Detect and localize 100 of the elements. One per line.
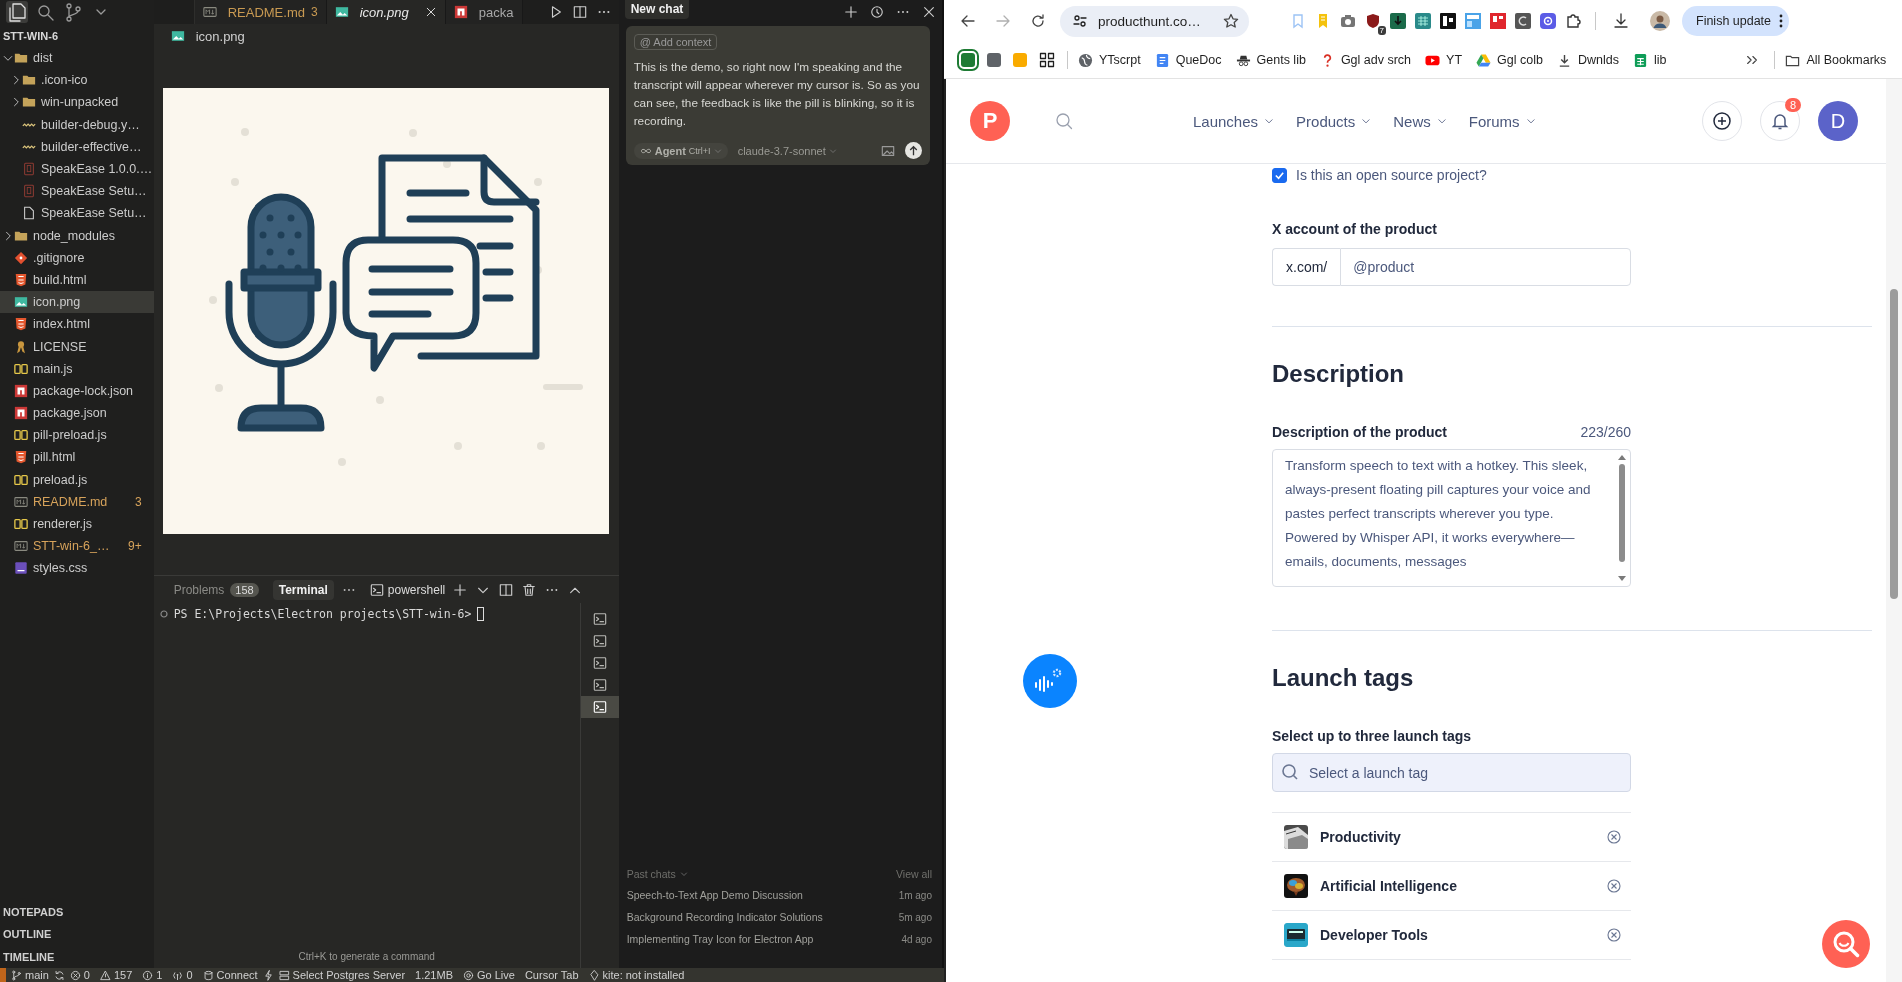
all-bookmarks[interactable]: All Bookmarks: [1785, 52, 1887, 68]
status-item[interactable]: Go Live: [458, 968, 520, 982]
puzzle-icon[interactable]: [1565, 13, 1581, 29]
user-avatar[interactable]: D: [1818, 101, 1858, 141]
shield-icon[interactable]: [1365, 13, 1381, 29]
status-item[interactable]: 1.21MB: [410, 968, 458, 982]
mode-selector[interactable]: Agent Ctrl+I: [633, 142, 728, 159]
tab-group-chip[interactable]: [987, 53, 1001, 67]
bookmark[interactable]: QueDoc: [1154, 52, 1222, 68]
download-box-icon[interactable]: [1390, 13, 1406, 29]
tree-item[interactable]: package.json: [0, 402, 154, 425]
past-chats-toggle[interactable]: Past chats: [626, 868, 688, 880]
tree-item[interactable]: pill-preload.js: [0, 424, 154, 447]
split-icon[interactable]: [572, 5, 587, 19]
tree-item[interactable]: LICENSE: [0, 335, 154, 358]
split-square-icon[interactable]: [1440, 13, 1456, 29]
status-item[interactable]: Connect: [197, 968, 263, 982]
scrollbar[interactable]: [1616, 453, 1628, 583]
status-item[interactable]: 157: [94, 968, 138, 982]
status-item[interactable]: 1: [137, 968, 168, 982]
tree-item[interactable]: build.html: [0, 268, 154, 292]
split-icon[interactable]: [499, 582, 514, 597]
editor-tab[interactable]: README.md 3: [194, 0, 327, 24]
section-header[interactable]: TIMELINE: [0, 945, 154, 968]
tree-item[interactable]: SpeakEase Setu…: [0, 180, 154, 203]
address-bar[interactable]: producthunt.co…: [1060, 5, 1249, 37]
status-item[interactable]: 0: [64, 968, 95, 982]
bookmark[interactable]: lib: [1632, 52, 1667, 68]
description-field[interactable]: Transform speech to text with a hotkey. This sleek, always-present floating pill captures your voice and pastes perfect transcripts wherever you type. Powered by Whisper API, it works everywhere—emails, documents, messages: [1272, 449, 1631, 587]
floating-recorder-pill[interactable]: [1023, 654, 1077, 708]
section-header[interactable]: NOTEPADS: [0, 900, 154, 923]
panels-icon[interactable]: [1490, 13, 1506, 29]
tree-item[interactable]: SpeakEase Setu…: [0, 202, 154, 225]
status-item[interactable]: Cursor Tab: [519, 968, 584, 982]
tree-item[interactable]: pill.html: [0, 446, 154, 469]
editor-tab[interactable]: icon.png: [326, 0, 446, 24]
status-item[interactable]: 0: [167, 968, 198, 982]
tree-item[interactable]: .gitignore: [0, 246, 154, 269]
close-icon[interactable]: [922, 5, 936, 19]
editor-tab[interactable]: packa: [445, 0, 523, 24]
nav-link[interactable]: News: [1393, 112, 1447, 130]
nav-link[interactable]: Products: [1296, 112, 1372, 130]
tree-item[interactable]: win-unpacked: [0, 91, 154, 114]
terminal-selector[interactable]: powershell: [369, 582, 446, 597]
tree-item[interactable]: STT-win-6_… 9+: [0, 535, 154, 558]
model-selector[interactable]: claude-3.7-sonnet: [737, 144, 837, 157]
bookmark[interactable]: Ggl colb: [1476, 52, 1543, 68]
panel-tab[interactable]: Problems 158: [167, 579, 265, 600]
chat-tab[interactable]: New chat: [624, 0, 690, 19]
status-item[interactable]: main: [6, 968, 54, 982]
input-field[interactable]: @product: [1340, 248, 1631, 286]
more-bookmarks-icon[interactable]: [1745, 53, 1760, 67]
bookmark[interactable]: Gents lib: [1235, 52, 1306, 68]
tree-item[interactable]: main.js: [0, 357, 154, 380]
camera-icon[interactable]: [1340, 13, 1356, 29]
tree-item[interactable]: preload.js: [0, 468, 154, 491]
help-search-button[interactable]: [1822, 920, 1870, 968]
tree-item[interactable]: .icon-ico: [0, 69, 154, 92]
window-icon[interactable]: [1465, 13, 1481, 29]
tree-item[interactable]: icon.png: [0, 291, 154, 314]
lightning-icon[interactable]: [262, 969, 274, 981]
checkbox[interactable]: [1272, 167, 1287, 183]
letter-tile-icon[interactable]: [1515, 13, 1531, 29]
tree-item[interactable]: SpeakEase 1.0.0.…: [0, 157, 154, 181]
plus-icon[interactable]: [844, 5, 858, 19]
add-context-chip[interactable]: @ Add context: [633, 34, 718, 50]
breadcrumb[interactable]: icon.png: [195, 28, 245, 44]
remove-icon[interactable]: [1607, 879, 1621, 893]
update-button[interactable]: Finish update: [1682, 6, 1790, 36]
nav-link[interactable]: Forums: [1468, 112, 1536, 130]
star-icon[interactable]: [1223, 13, 1239, 29]
status-item[interactable]: Select Postgres Server: [273, 968, 411, 982]
remove-icon[interactable]: [1607, 928, 1621, 942]
tree-item[interactable]: renderer.js: [0, 512, 154, 536]
tree-item[interactable]: index.html: [0, 313, 154, 336]
add-button[interactable]: [1702, 101, 1742, 141]
tree-item[interactable]: builder-debug.y…: [0, 113, 154, 136]
tree-item[interactable]: README.md 3: [0, 490, 154, 513]
image-icon[interactable]: [881, 143, 895, 158]
panel-tab[interactable]: Terminal: [272, 579, 334, 600]
search-icon[interactable]: [1055, 112, 1073, 130]
tree-item[interactable]: builder-effective…: [0, 135, 154, 158]
send-button[interactable]: [905, 142, 922, 159]
past-chat-item[interactable]: Implementing Tray Icon for Electron App 4d ago: [626, 928, 932, 950]
tree-item[interactable]: node_modules: [0, 224, 154, 247]
past-chat-item[interactable]: Speech-to-Text App Demo Discussion 1m ago: [626, 884, 932, 906]
bookmark[interactable]: Ggl adv srch: [1319, 52, 1412, 68]
terminal-list-item[interactable]: [580, 696, 619, 718]
close-icon[interactable]: [424, 6, 437, 18]
nav-link[interactable]: Launches: [1193, 112, 1275, 130]
tree-item[interactable]: dist: [0, 47, 154, 70]
files-icon[interactable]: [6, 1, 28, 23]
tree-item[interactable]: package-lock.json: [0, 379, 154, 402]
status-item[interactable]: kite: not installed: [583, 968, 690, 982]
apps-grid-icon[interactable]: [1039, 52, 1055, 68]
history-icon[interactable]: [870, 5, 884, 19]
tree-item[interactable]: styles.css: [0, 557, 154, 580]
profile-avatar[interactable]: [1650, 11, 1670, 31]
bookmark[interactable]: Dwnlds: [1556, 52, 1619, 68]
past-chat-item[interactable]: Background Recording Indicator Solutions 5m ago: [626, 906, 932, 928]
